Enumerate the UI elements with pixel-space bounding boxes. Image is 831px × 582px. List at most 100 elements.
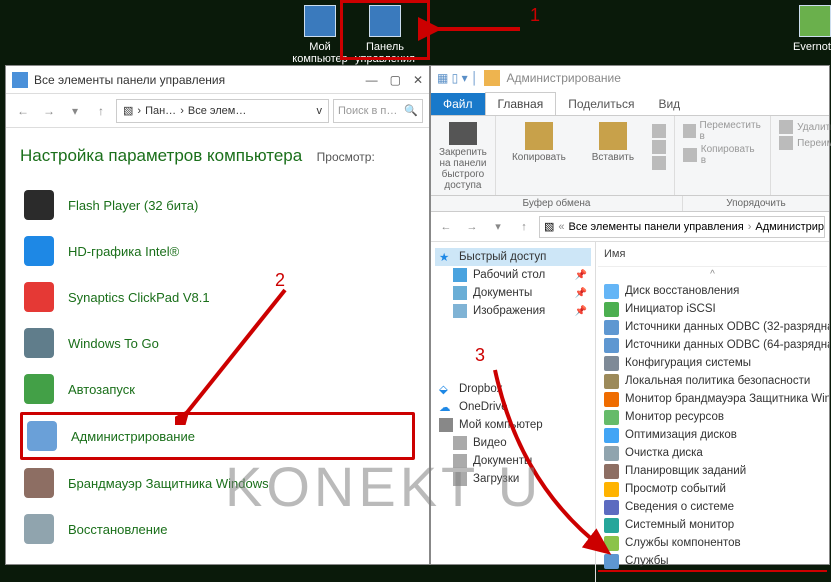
chevron-down-icon[interactable]: v	[317, 105, 323, 117]
cp-item[interactable]: HD-графика Intel®	[20, 228, 415, 274]
annotation-number-3: 3	[475, 345, 485, 366]
list-item[interactable]: Службы компонентов	[598, 534, 827, 552]
ribbon-copypath-button[interactable]	[652, 140, 666, 154]
ribbon-delete-button[interactable]: Удалить	[779, 120, 831, 134]
search-input[interactable]: Поиск в п… 🔍	[333, 99, 423, 123]
list-item[interactable]: Монитор брандмауэра Защитника Win…	[598, 390, 827, 408]
ribbon-pasteshortcut-button[interactable]	[652, 156, 666, 170]
app-icon	[24, 328, 54, 358]
app-icon	[27, 421, 57, 451]
tab-file[interactable]: Файл	[431, 93, 485, 115]
list-item-label: Монитор ресурсов	[625, 411, 724, 423]
cp-item-label: Windows To Go	[68, 336, 159, 351]
scissors-icon	[652, 124, 666, 138]
breadcrumb[interactable]: ▧ › Пан… › Все элем… v	[116, 99, 329, 123]
nav-up-button[interactable]: ↑	[513, 216, 535, 238]
quick-access-toolbar[interactable]: ▦ ▯ ▾ │	[437, 71, 478, 85]
window-title: Администрирование	[506, 71, 620, 85]
list-item[interactable]: Локальная политика безопасности	[598, 372, 827, 390]
file-list: Имя ^ Диск восстановленияИнициатор iSCSI…	[596, 242, 829, 582]
tree-quickaccess[interactable]: ★Быстрый доступ	[435, 248, 591, 266]
rename-icon	[779, 136, 793, 150]
list-item-label: Системный монитор	[625, 519, 734, 531]
search-icon: 🔍	[404, 104, 418, 117]
ribbon-pin-button[interactable]: Закрепить на панели быстрого доступа	[431, 116, 496, 195]
list-item-label: Локальная политика безопасности	[625, 375, 810, 387]
maximize-button[interactable]: ▢	[390, 73, 401, 87]
tree-desktop[interactable]: Рабочий стол📌	[435, 266, 591, 284]
tab-share[interactable]: Поделиться	[556, 93, 646, 115]
ribbon: Закрепить на панели быстрого доступа Коп…	[431, 116, 829, 196]
ribbon-copyto-button[interactable]: Копировать в	[683, 144, 762, 166]
tree-documents[interactable]: Документы📌	[435, 284, 591, 302]
list-item-label: Конфигурация системы	[625, 357, 751, 369]
shortcut-icon	[604, 284, 619, 299]
list-item-label: Источники данных ODBC (64-разрядна…	[625, 339, 829, 351]
ribbon-rename-button[interactable]: Переимен	[779, 136, 831, 150]
cp-item[interactable]: Flash Player (32 бита)	[20, 182, 415, 228]
cp-item-label: Автозапуск	[68, 382, 135, 397]
folder-icon: ▧	[544, 220, 554, 233]
ribbon-moveto-button[interactable]: Переместить в	[683, 120, 762, 142]
list-item[interactable]: Монитор ресурсов	[598, 408, 827, 426]
list-item-label: Инициатор iSCSI	[625, 303, 716, 315]
annotation-arrow-1	[430, 22, 520, 36]
documents-icon	[453, 454, 467, 468]
downloads-icon	[453, 472, 467, 486]
nav-history-button[interactable]: ▾	[487, 216, 509, 238]
close-button[interactable]: ✕	[413, 73, 423, 87]
breadcrumb[interactable]: ▧ « Все элементы панели управления › Адм…	[539, 216, 825, 238]
ribbon-cut-button[interactable]	[652, 124, 666, 138]
column-header-name[interactable]: Имя	[598, 246, 827, 267]
annotation-arrow-2	[175, 285, 295, 425]
nav-up-button[interactable]: ↑	[90, 100, 112, 122]
computer-icon	[304, 5, 336, 37]
titlebar[interactable]: ▦ ▯ ▾ │ Администрирование	[431, 66, 829, 90]
cp-item-label: Flash Player (32 бита)	[68, 198, 198, 213]
ribbon-tabs: Файл Главная Поделиться Вид	[431, 90, 829, 116]
address-bar: ← → ▾ ↑ ▧ « Все элементы панели управлен…	[431, 212, 829, 242]
list-item[interactable]: Просмотр событий	[598, 480, 827, 498]
list-item[interactable]: Планировщик заданий	[598, 462, 827, 480]
shortcut-icon	[604, 320, 619, 335]
cp-item-label: Брандмауэр Защитника Windows	[68, 476, 269, 491]
cp-item[interactable]: Восстановление	[20, 506, 415, 552]
nav-back-button[interactable]: ←	[435, 216, 457, 238]
list-item[interactable]: Источники данных ODBC (64-разрядна…	[598, 336, 827, 354]
list-item-label: Источники данных ODBC (32-разрядна…	[625, 321, 829, 333]
list-item[interactable]: Оптимизация дисков	[598, 426, 827, 444]
list-item-label: Оптимизация дисков	[625, 429, 737, 441]
app-icon	[24, 236, 54, 266]
list-item[interactable]: Инициатор iSCSI	[598, 300, 827, 318]
list-item[interactable]: Службы	[598, 552, 827, 572]
tab-main[interactable]: Главная	[485, 92, 557, 115]
path-icon	[652, 140, 666, 154]
tree-pictures[interactable]: Изображения📌	[435, 302, 591, 320]
nav-forward-button[interactable]: →	[38, 100, 60, 122]
annotation-arrow-3	[480, 365, 620, 555]
titlebar[interactable]: Все элементы панели управления — ▢ ✕	[6, 66, 429, 94]
desktop-icon-evernote[interactable]: Evernote	[780, 5, 831, 53]
desktop-icon	[453, 268, 467, 282]
list-item[interactable]: Диск восстановления	[598, 282, 827, 300]
nav-back-button[interactable]: ←	[12, 100, 34, 122]
list-item[interactable]: Системный монитор	[598, 516, 827, 534]
app-icon	[24, 468, 54, 498]
ribbon-copy-button[interactable]: Копировать	[504, 120, 574, 163]
delete-icon	[779, 120, 793, 134]
view-label[interactable]: Просмотр:	[317, 150, 375, 164]
ribbon-paste-button[interactable]: Вставить	[578, 120, 648, 163]
list-item[interactable]: Сведения о системе	[598, 498, 827, 516]
list-item[interactable]: Источники данных ODBC (32-разрядна…	[598, 318, 827, 336]
cp-item[interactable]: Брандмауэр Защитника Windows	[20, 460, 415, 506]
list-item-label: Службы	[625, 555, 669, 567]
list-item[interactable]: Конфигурация системы	[598, 354, 827, 372]
cp-item-label: HD-графика Intel®	[68, 244, 179, 259]
minimize-button[interactable]: —	[366, 73, 378, 87]
shortcut-icon	[604, 338, 619, 353]
nav-history-button[interactable]: ▾	[64, 100, 86, 122]
tab-view[interactable]: Вид	[646, 93, 692, 115]
list-item-label: Планировщик заданий	[625, 465, 746, 477]
list-item[interactable]: Очистка диска	[598, 444, 827, 462]
nav-forward-button[interactable]: →	[461, 216, 483, 238]
